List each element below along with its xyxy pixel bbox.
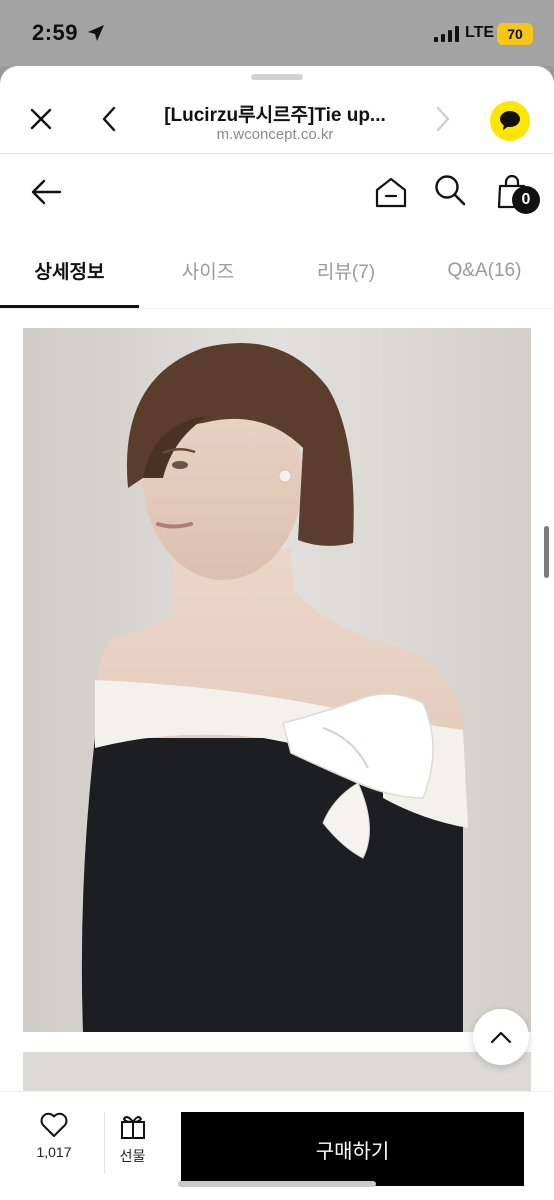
tab-qna[interactable]: Q&A(16) [415,232,554,309]
search-button[interactable] [430,170,470,210]
chevron-up-icon [490,1031,512,1044]
speech-bubble-icon [500,111,520,130]
chevron-right-icon [436,106,450,132]
purchase-bar: 1,017 선물 구매하기 [0,1091,554,1200]
battery-level: 70 [507,26,523,42]
page-url: m.wconcept.co.kr [216,126,334,143]
site-header: 0 [0,154,554,232]
scroll-to-top-button[interactable] [473,1009,529,1065]
browser-forward-button[interactable] [428,102,458,136]
cart-count-badge: 0 [512,186,540,214]
chevron-left-icon [102,106,116,132]
tab-reviews[interactable]: 리뷰(7) [277,232,415,309]
browser-back-button[interactable] [94,102,124,136]
scrollbar[interactable] [544,526,549,578]
gift-icon [120,1116,145,1139]
buy-button[interactable]: 구매하기 [181,1112,524,1186]
gift-label: 선물 [119,1148,146,1164]
tab-size[interactable]: 사이즈 [139,232,277,309]
gift-button[interactable]: 선물 [104,1112,160,1174]
product-tabs: 상세정보 사이즈 리뷰(7) Q&A(16) [0,232,554,309]
status-time: 2:59 [32,20,79,45]
back-button[interactable] [26,172,66,212]
network-type: LTE [465,24,495,41]
battery-indicator: 70 [497,23,533,45]
tab-details[interactable]: 상세정보 [0,232,139,309]
home-button[interactable] [371,172,411,212]
browser-sheet: [Lucirzu루시르주]Tie up... m.wconcept.co.kr [0,66,554,1200]
active-tab-indicator [0,305,139,308]
close-button[interactable] [24,102,58,136]
status-bar: 2:59 LTE 70 [0,0,554,66]
heart-icon [40,1112,68,1137]
location-arrow-icon [88,25,104,41]
like-button[interactable]: 1,017 [26,1112,82,1174]
home-icon [375,177,407,208]
close-icon [30,108,52,130]
page-title: [Lucirzu루시르주]Tie up... [164,105,386,126]
signal-icon [434,26,459,42]
browser-toolbar: [Lucirzu루시르주]Tie up... m.wconcept.co.kr [0,80,554,154]
product-image [23,328,531,1032]
home-indicator [178,1181,376,1187]
arrow-left-icon [31,179,62,205]
like-count: 1,017 [36,1144,72,1160]
model-photo [23,328,531,1032]
search-icon [435,175,466,206]
kakao-chat-button[interactable] [490,101,530,141]
